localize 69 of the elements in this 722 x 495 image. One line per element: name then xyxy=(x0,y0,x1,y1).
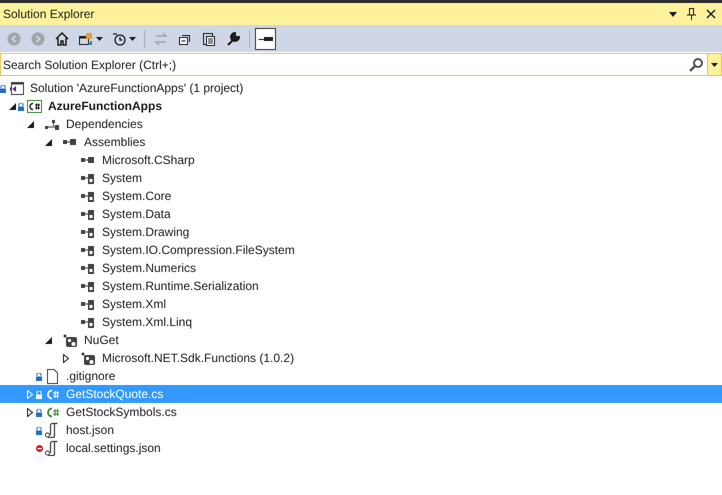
tree-item[interactable]: AzureFunctionApps xyxy=(0,97,722,115)
preview-button[interactable] xyxy=(255,28,276,50)
json-file-icon xyxy=(42,440,60,456)
tree-item[interactable]: Solution 'AzureFunctionApps' (1 project) xyxy=(0,79,722,97)
item-label: System.Numerics xyxy=(102,261,196,275)
tree-item[interactable]: Assemblies xyxy=(0,133,722,151)
caret-icon xyxy=(129,36,136,40)
expanded-arrow-icon[interactable] xyxy=(44,138,52,146)
home-icon xyxy=(54,30,70,46)
preview-icon xyxy=(258,36,273,40)
item-label: System.Core xyxy=(102,189,172,203)
tree-item[interactable]: System xyxy=(0,169,722,187)
item-label: GetStockQuote.cs xyxy=(66,387,164,401)
tree-item[interactable]: host.json xyxy=(0,421,722,439)
item-label: Assemblies xyxy=(84,135,146,149)
window-title: Solution Explorer xyxy=(3,7,96,21)
tree-item[interactable]: System.Drawing xyxy=(0,223,722,241)
tree-item[interactable]: System.Core xyxy=(0,187,722,205)
item-label: host.json xyxy=(66,423,114,437)
dropdown-arrow-icon[interactable] xyxy=(669,12,677,16)
tree-item[interactable]: System.Xml xyxy=(0,295,722,313)
search-options-button[interactable] xyxy=(707,54,721,75)
sync-icon xyxy=(153,30,169,46)
tree-item[interactable]: System.Data xyxy=(0,205,722,223)
item-label: System.Xml xyxy=(102,297,166,311)
tree-item[interactable]: GetStockSymbols.cs xyxy=(0,403,722,421)
collapsed-arrow-icon[interactable] xyxy=(63,354,69,362)
expanded-arrow-icon[interactable] xyxy=(8,102,16,110)
item-label: AzureFunctionApps xyxy=(48,99,162,113)
item-label: System.Xml.Linq xyxy=(102,315,192,329)
tree-item[interactable]: .gitignore xyxy=(0,367,722,385)
tree-item[interactable]: System.Runtime.Serialization xyxy=(0,277,722,295)
item-label: local.settings.json xyxy=(66,441,161,455)
item-label: System xyxy=(102,171,142,185)
tree-item[interactable]: NuGet xyxy=(0,331,722,349)
tree-item[interactable]: Microsoft.CSharp xyxy=(0,151,722,169)
collapsed-arrow-icon[interactable] xyxy=(27,408,33,416)
item-label: System.Runtime.Serialization xyxy=(102,279,259,293)
forward-icon xyxy=(30,30,46,46)
item-label: Microsoft.CSharp xyxy=(102,153,195,167)
item-label: .gitignore xyxy=(66,369,116,383)
tree-item[interactable]: System.IO.Compression.FileSystem xyxy=(0,241,722,259)
item-label: System.Data xyxy=(102,207,171,221)
pin-icon[interactable] xyxy=(687,8,696,20)
item-label: Microsoft.NET.Sdk.Functions (1.0.2) xyxy=(102,351,294,365)
expanded-arrow-icon[interactable] xyxy=(44,336,52,344)
item-label: GetStockSymbols.cs xyxy=(66,405,177,419)
item-label: System.Drawing xyxy=(102,225,190,239)
csharp-project-icon xyxy=(24,98,42,114)
caret-icon xyxy=(96,36,103,40)
tree-item[interactable]: System.Xml.Linq xyxy=(0,313,722,331)
item-label: NuGet xyxy=(84,333,119,347)
item-label: System.IO.Compression.FileSystem xyxy=(102,243,295,257)
item-label: Dependencies xyxy=(66,117,143,131)
json-file-icon xyxy=(42,422,60,438)
expanded-arrow-icon[interactable] xyxy=(26,120,34,128)
tree-item[interactable]: System.Numerics xyxy=(0,259,722,277)
show-files-icon xyxy=(201,30,217,46)
item-label: Solution 'AzureFunctionApps' (1 project) xyxy=(30,81,244,95)
search-icon[interactable] xyxy=(688,56,704,72)
close-icon[interactable] xyxy=(706,9,716,19)
back-icon xyxy=(6,30,22,46)
search-field[interactable]: Search Solution Explorer (Ctrl+;) xyxy=(0,53,722,76)
clock-icon xyxy=(111,30,127,46)
tree-item[interactable]: Microsoft.NET.Sdk.Functions (1.0.2) xyxy=(0,349,722,367)
window-sync-icon xyxy=(78,30,94,46)
tree-item[interactable]: Dependencies xyxy=(0,115,722,133)
caret-icon xyxy=(711,62,718,66)
tree-item[interactable]: local.settings.json xyxy=(0,439,722,457)
